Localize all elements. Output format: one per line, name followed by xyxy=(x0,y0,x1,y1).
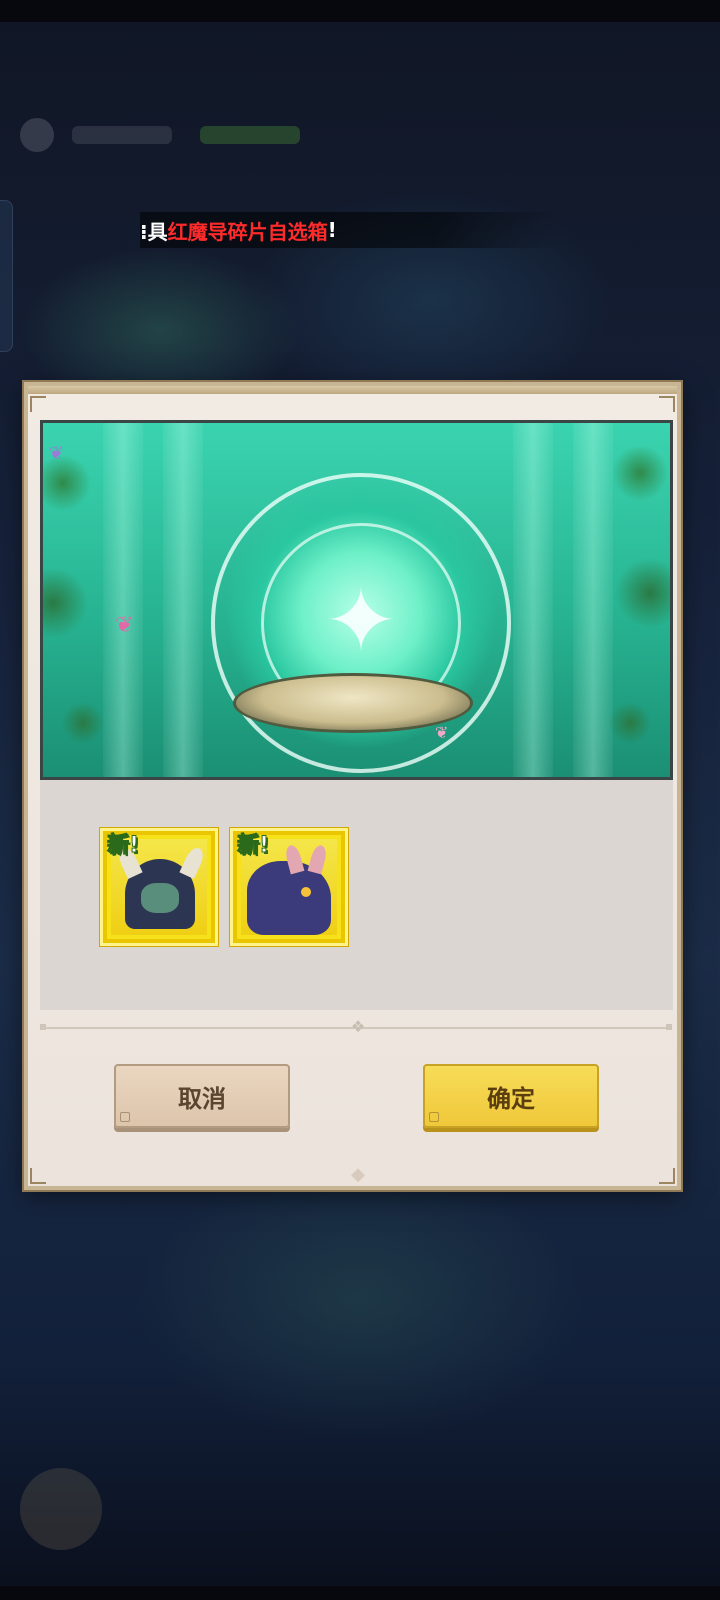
announcement-marquee: ⁝具 红魔导碎片自选箱! xyxy=(140,212,560,248)
compass-star-icon: ✦ xyxy=(324,569,398,672)
blurred-menu-button xyxy=(20,1468,102,1550)
butterfly-icon: ❦ xyxy=(115,613,134,638)
reward-item-hooded-mage[interactable]: 新! xyxy=(100,828,218,946)
corner-ornament xyxy=(30,396,46,412)
confirm-button[interactable]: 确定 xyxy=(423,1064,599,1128)
navigation-bar xyxy=(0,1586,720,1600)
reward-item-dragon-beast[interactable]: 新! xyxy=(230,828,348,946)
butterfly-icon: ❦ xyxy=(435,723,449,742)
new-badge: 新! xyxy=(106,833,140,859)
reward-dialog: ✦ ❦ ❦ ❦ 新! 新! ❖ 取消 确定 ◆ xyxy=(24,382,681,1190)
dialog-top-trim xyxy=(28,386,677,394)
button-notch xyxy=(429,1112,439,1122)
corner-ornament xyxy=(659,396,675,412)
summon-portal-illustration: ✦ ❦ ❦ ❦ xyxy=(40,420,673,780)
butterfly-icon: ❦ xyxy=(49,443,65,464)
marquee-highlight: 红魔导碎片自选箱 xyxy=(167,219,328,244)
blurred-player-name xyxy=(72,126,172,144)
cancel-button-label: 取消 xyxy=(178,1084,226,1113)
blurred-player-stat xyxy=(200,126,300,144)
divider-ornament-icon: ❖ xyxy=(350,1017,366,1036)
foliage-right xyxy=(580,423,670,777)
status-bar xyxy=(0,0,720,22)
foliage-left xyxy=(43,423,123,777)
corner-ornament xyxy=(659,1168,675,1184)
reward-list: 新! 新! xyxy=(40,780,673,1010)
marquee-prefix: ⁝具 xyxy=(140,219,168,244)
blurred-player-avatar xyxy=(20,118,54,152)
divider-endcap xyxy=(666,1024,672,1030)
side-drawer-tab xyxy=(0,200,13,352)
new-badge: 新! xyxy=(236,833,270,859)
cancel-button[interactable]: 取消 xyxy=(114,1064,290,1128)
marquee-suffix: ! xyxy=(327,218,337,242)
light-pillar xyxy=(163,423,203,777)
bottom-ornament-icon: ◆ xyxy=(351,1164,365,1185)
confirm-button-label: 确定 xyxy=(487,1084,535,1113)
light-pillar xyxy=(513,423,553,777)
corner-ornament xyxy=(30,1168,46,1184)
button-notch xyxy=(120,1112,130,1122)
